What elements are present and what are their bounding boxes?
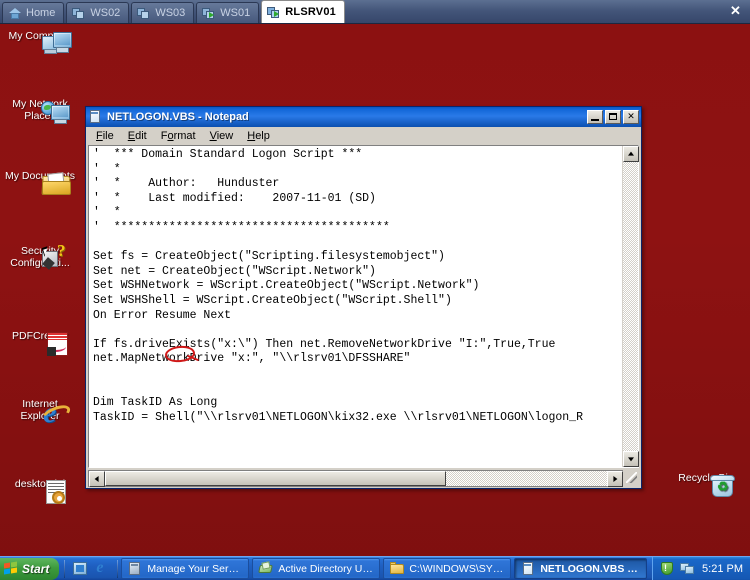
desktop-icon-pdfcreator[interactable]: PDFCreator: [1, 330, 79, 356]
taskbar-divider: [64, 559, 66, 578]
close-button[interactable]: ✕: [623, 110, 639, 124]
taskbar-button-label: Manage Your Server: [147, 562, 243, 575]
taskbar-button-label: C:\WINDOWS\SYS...: [409, 562, 505, 575]
taskbar-button-label: Active Directory Us...: [278, 562, 374, 575]
internet-explorer-icon[interactable]: e: [94, 559, 110, 577]
show-desktop-icon[interactable]: [72, 561, 88, 577]
notepad-horizontal-scroll-row: [88, 470, 639, 487]
session-tab-label: RLSRV01: [285, 6, 336, 18]
system-tray: ! 5:21 PM: [652, 556, 750, 580]
menu-format[interactable]: Format: [154, 129, 203, 143]
minimize-button[interactable]: [587, 110, 603, 124]
session-tab-ws02[interactable]: WS02: [66, 2, 130, 23]
horizontal-scroll-track[interactable]: [105, 471, 607, 486]
scroll-left-button[interactable]: [89, 471, 105, 487]
session-tab-rlsrv01[interactable]: RLSRV01: [261, 0, 345, 23]
notepad-client-area: ' *** Domain Standard Logon Script *** '…: [88, 145, 639, 468]
menu-edit[interactable]: Edit: [121, 129, 154, 143]
session-tab-label: Home: [26, 7, 56, 19]
start-button-label: Start: [22, 561, 50, 576]
menu-help[interactable]: Help: [240, 129, 277, 143]
taskbar-button-manage-your-server[interactable]: Manage Your Server: [121, 558, 250, 579]
window-title: NETLOGON.VBS - Notepad: [107, 111, 249, 123]
notepad-menu-bar: File Edit Format View Help: [86, 127, 641, 145]
start-button[interactable]: Start: [0, 557, 60, 580]
taskbar-button-label: NETLOGON.VBS - ...: [540, 562, 641, 575]
notepad-icon: [89, 110, 103, 124]
notepad-title-bar[interactable]: NETLOGON.VBS - Notepad ✕: [86, 107, 641, 127]
clock[interactable]: 5:21 PM: [700, 563, 743, 575]
resize-grip[interactable]: [623, 470, 639, 485]
session-tab-label: WS03: [155, 7, 186, 19]
taskbar-button-windows-system-folder[interactable]: C:\WINDOWS\SYS...: [383, 558, 512, 579]
desktop-icon-recycle-bin[interactable]: ♻ Recycle Bin: [667, 472, 745, 497]
home-icon: [8, 7, 22, 20]
windows-flag-icon: [4, 561, 18, 575]
desktop-icon-internet-explorer[interactable]: e Internet Explorer: [1, 398, 79, 428]
session-tab-ws01[interactable]: WS01: [196, 2, 260, 23]
network-connection-icon[interactable]: [680, 561, 695, 576]
scroll-right-button[interactable]: [607, 471, 623, 487]
desktop-icon-label: Security Configurati...: [10, 245, 70, 269]
taskbar: Start e Manage Your Server Active Direct…: [0, 556, 750, 580]
session-tab-label: WS02: [90, 7, 121, 19]
horizontal-scrollbar[interactable]: [88, 470, 623, 487]
notepad-icon: [521, 561, 535, 576]
taskbar-divider: [117, 559, 119, 578]
server-icon: [128, 561, 142, 576]
quick-launch-bar: e: [68, 559, 114, 577]
desktop-icon-my-documents[interactable]: My Documents: [1, 170, 79, 195]
desktop-icon-my-network-places[interactable]: My Network Places: [1, 98, 79, 124]
server-icon: [137, 7, 151, 20]
menu-view[interactable]: View: [203, 129, 241, 143]
session-tab-ws03[interactable]: WS03: [131, 2, 195, 23]
close-icon[interactable]: ✕: [727, 3, 744, 20]
taskbar-button-active-directory[interactable]: Active Directory Us...: [252, 558, 381, 579]
vertical-scroll-track[interactable]: [623, 162, 638, 451]
session-tab-bar: Home WS02 WS03 WS01 RLSRV01 ✕: [0, 0, 750, 24]
session-tab-label: WS01: [220, 7, 251, 19]
desktop-icon-label: desktop.ini: [14, 478, 66, 490]
script-content: ' *** Domain Standard Logon Script *** '…: [93, 148, 583, 424]
active-directory-icon: [258, 560, 274, 576]
vertical-scrollbar[interactable]: [622, 146, 639, 467]
server-icon: [267, 6, 281, 19]
desktop-icon-security-configuration[interactable]: ? Security Configurati...: [1, 242, 79, 270]
security-alert-icon[interactable]: !: [660, 561, 675, 576]
server-icon: [72, 7, 86, 20]
taskbar-button-netlogon-vbs[interactable]: NETLOGON.VBS - ...: [514, 558, 648, 579]
notepad-window: NETLOGON.VBS - Notepad ✕ File Edit Forma…: [85, 106, 642, 489]
scroll-up-button[interactable]: [623, 146, 639, 162]
notepad-text-area[interactable]: ' *** Domain Standard Logon Script *** '…: [89, 146, 622, 467]
menu-file[interactable]: File: [89, 129, 121, 143]
scroll-down-button[interactable]: [623, 451, 639, 467]
server-icon: [202, 7, 216, 20]
folder-icon: [390, 561, 405, 576]
desktop-icon-my-computer[interactable]: My Computer: [1, 30, 79, 54]
maximize-button[interactable]: [605, 110, 621, 124]
desktop-icon-desktop-ini[interactable]: desktop.ini: [1, 478, 79, 504]
horizontal-scroll-thumb[interactable]: [105, 471, 447, 486]
session-tab-home[interactable]: Home: [2, 2, 65, 23]
